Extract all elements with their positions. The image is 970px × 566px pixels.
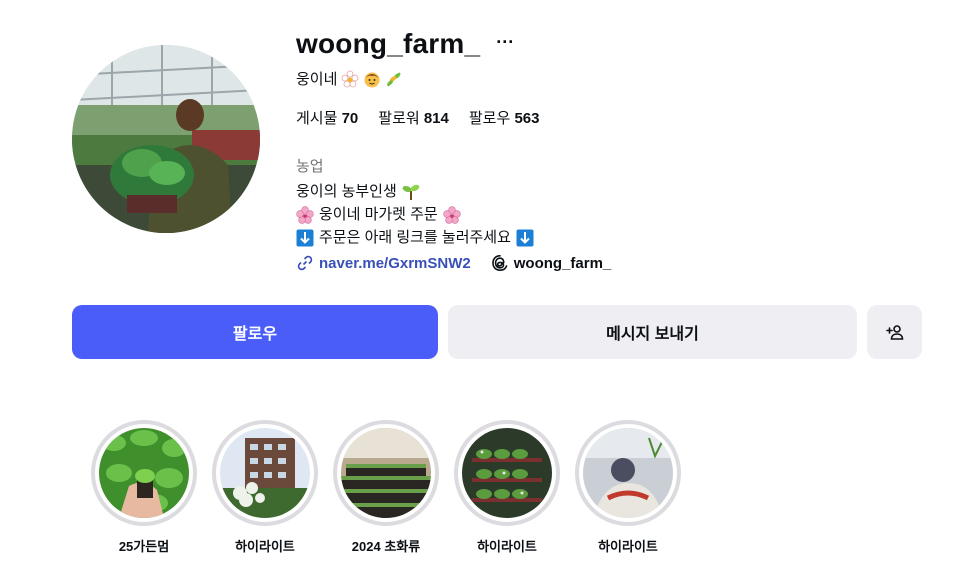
highlight-ring (91, 420, 197, 526)
highlight-item[interactable]: 하이라이트 (210, 420, 320, 555)
profile-avatar[interactable] (72, 45, 260, 233)
highlight-ring (575, 420, 681, 526)
highlight-label: 하이라이트 (477, 539, 537, 554)
highlight-label: 25가든멈 (118, 539, 170, 554)
highlight-ring (454, 420, 560, 526)
link-icon (296, 254, 314, 272)
seedling-icon (402, 183, 420, 201)
flower-icon (341, 70, 359, 88)
add-person-icon (885, 323, 904, 341)
highlight-item[interactable]: 하이라이트 (452, 420, 562, 555)
highlight-item[interactable]: 25가든멈 (89, 420, 199, 555)
story-highlights: 25가든멈 하이라이트 2024 초화류 하이라이트 하이라이트 (0, 420, 970, 566)
boy-face-icon (363, 70, 381, 88)
highlight-ring (333, 420, 439, 526)
threads-icon (491, 254, 509, 272)
profile-bio: 웅이의 농부인생 웅이네 마가렛 주문 주문은 아래 링크를 눌러주세요 (296, 180, 534, 249)
followers-count[interactable]: 팔로워 814 (378, 107, 449, 128)
profile-stats: 게시물 70 팔로워 814 팔로우 563 (296, 107, 539, 128)
cherry-blossom-icon (296, 205, 314, 224)
highlight-cover (99, 428, 189, 518)
posts-count: 게시물 70 (296, 110, 359, 127)
down-arrow-icon (516, 229, 534, 247)
herb-icon (385, 70, 403, 88)
cherry-blossom-icon (443, 205, 461, 224)
more-options-button[interactable]: ··· (496, 33, 514, 51)
highlight-item[interactable]: 2024 초화류 (331, 420, 441, 555)
bio-line: 주문은 아래 링크를 눌러주세요 (296, 226, 534, 249)
profile-category: 농업 (296, 158, 324, 175)
following-count[interactable]: 팔로우 563 (469, 107, 540, 128)
highlight-label: 하이라이트 (598, 539, 658, 554)
profile-username: woong_farm_ (296, 28, 481, 59)
full-name-text: 웅이네 (296, 71, 338, 88)
highlight-cover (341, 428, 431, 518)
highlight-label: 2024 초화류 (351, 539, 421, 554)
threads-link[interactable]: woong_farm_ (491, 254, 611, 272)
highlight-label: 하이라이트 (235, 539, 295, 554)
follow-button[interactable]: 팔로우 (72, 305, 438, 359)
highlight-item[interactable]: 하이라이트 (573, 420, 683, 555)
bio-line: 웅이의 농부인생 (296, 180, 534, 203)
down-arrow-icon (296, 229, 314, 247)
profile-full-name: 웅이네 (296, 68, 403, 89)
highlight-cover (583, 428, 673, 518)
external-link[interactable]: naver.me/GxrmSNW2 (296, 254, 471, 272)
highlight-ring (212, 420, 318, 526)
highlight-cover (462, 428, 552, 518)
avatar-image (72, 45, 260, 233)
profile-links: naver.me/GxrmSNW2 woong_farm_ (296, 254, 611, 272)
message-button[interactable]: 메시지 보내기 (448, 305, 857, 359)
bio-line: 웅이네 마가렛 주문 (296, 203, 534, 226)
highlight-cover (220, 428, 310, 518)
suggested-accounts-button[interactable] (867, 305, 922, 359)
